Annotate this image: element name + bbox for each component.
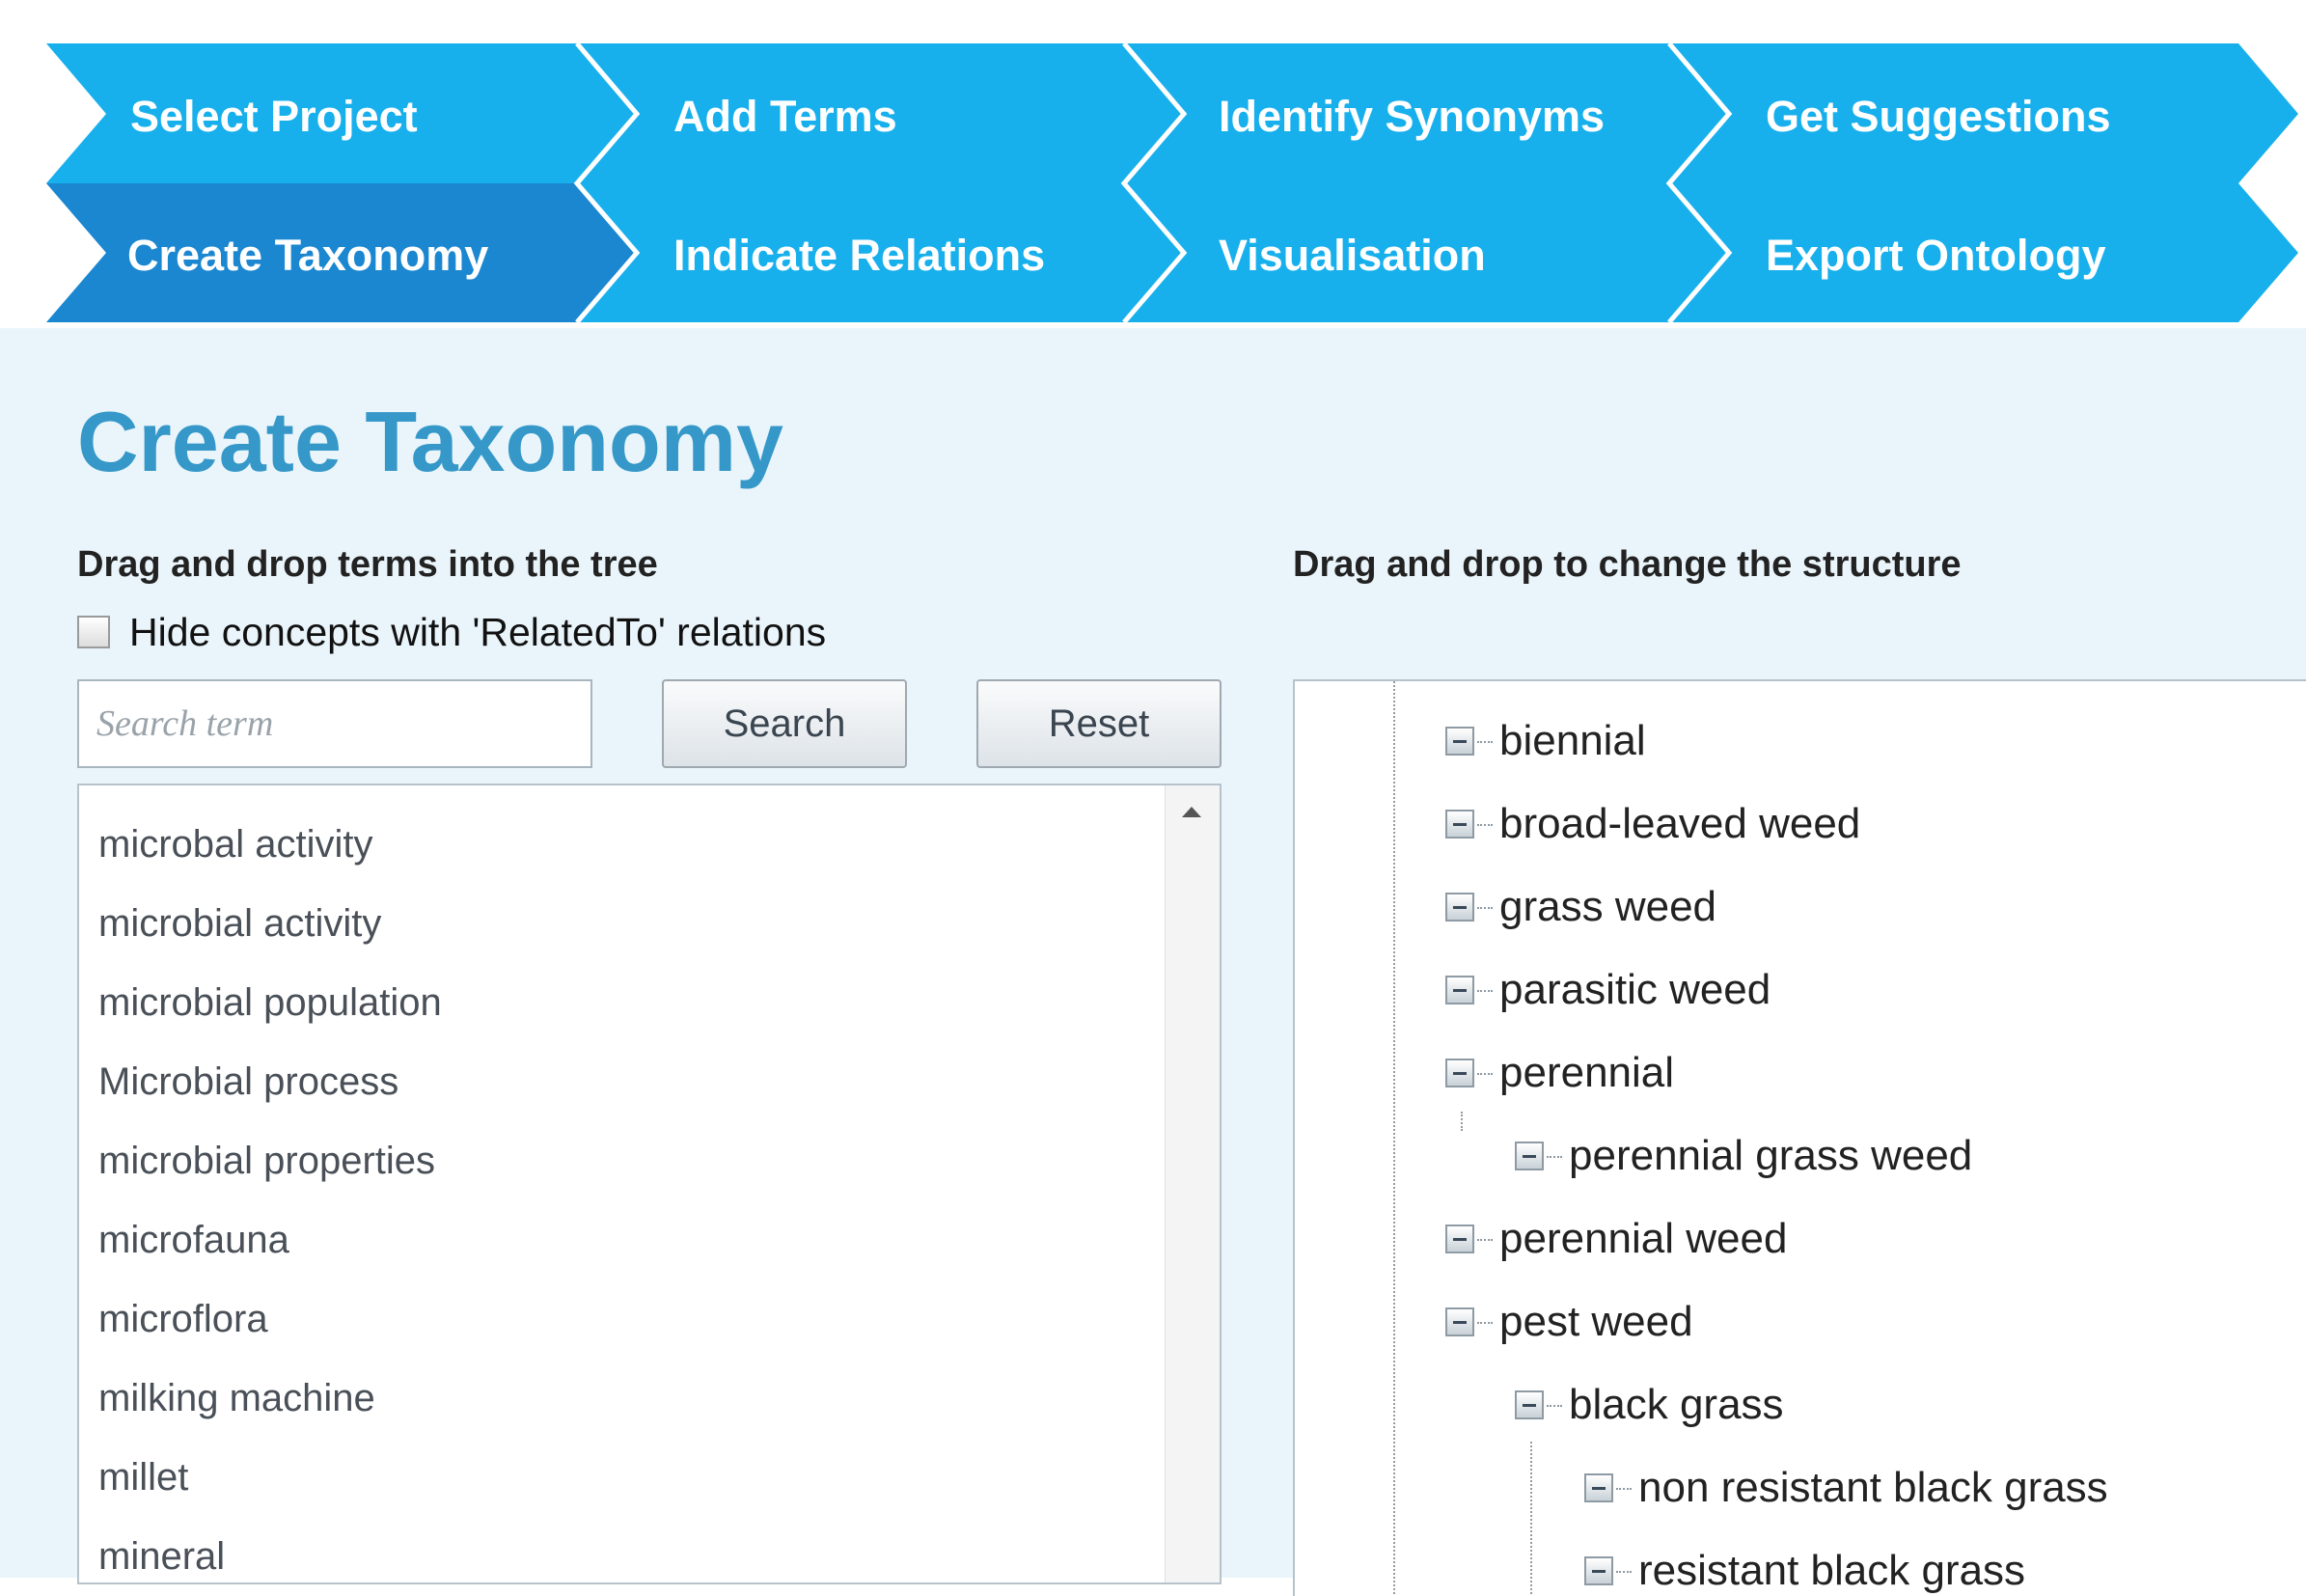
tree-connector bbox=[1547, 1405, 1562, 1407]
term-item[interactable]: microflora bbox=[79, 1280, 442, 1359]
tree-connector bbox=[1477, 1073, 1493, 1075]
term-items: microbal activity microbial activity micro… bbox=[79, 805, 442, 1582]
tree-node-label[interactable]: grass weed bbox=[1499, 882, 1716, 932]
tree-connector bbox=[1477, 990, 1493, 992]
term-item[interactable]: milking machine bbox=[79, 1359, 442, 1438]
collapse-toggle-icon[interactable] bbox=[1445, 1307, 1474, 1336]
term-item[interactable]: microbial activity bbox=[79, 884, 442, 963]
collapse-toggle-icon[interactable] bbox=[1445, 1225, 1474, 1253]
tree-node-label[interactable]: perennial weed bbox=[1499, 1214, 1787, 1264]
tree-guide-line bbox=[1530, 1442, 1532, 1596]
tree-node-label[interactable]: perennial bbox=[1499, 1048, 1674, 1098]
tree-node-label[interactable]: parasitic weed bbox=[1499, 965, 1771, 1015]
tree-connector bbox=[1616, 1571, 1632, 1573]
hide-related-label[interactable]: Hide concepts with 'RelatedTo' relations bbox=[129, 610, 826, 654]
content-area: Create Taxonomy Drag and drop terms into… bbox=[0, 328, 2306, 1596]
term-list[interactable]: microbal activity microbial activity micro… bbox=[77, 784, 1222, 1584]
tree-connector bbox=[1547, 1156, 1562, 1158]
terms-heading: Drag and drop terms into the tree bbox=[77, 544, 658, 585]
step-create-taxonomy[interactable]: Create Taxonomy bbox=[127, 231, 488, 281]
term-list-scrollbar[interactable] bbox=[1165, 785, 1220, 1582]
tree-node-label[interactable]: broad-leaved weed bbox=[1499, 799, 1860, 849]
collapse-toggle-icon[interactable] bbox=[1445, 727, 1474, 756]
taxonomy-tree[interactable]: biennial broad-leaved weed grass weed paras… bbox=[1293, 679, 2306, 1596]
step-indicate-relations[interactable]: Indicate Relations bbox=[673, 231, 1045, 281]
collapse-toggle-icon[interactable] bbox=[1445, 976, 1474, 1004]
tree-heading: Drag and drop to change the structure bbox=[1293, 544, 1962, 585]
reset-button[interactable]: Reset bbox=[976, 679, 1222, 768]
collapse-toggle-icon[interactable] bbox=[1515, 1390, 1544, 1419]
collapse-toggle-icon[interactable] bbox=[1445, 810, 1474, 839]
step-export-ontology[interactable]: Export Ontology bbox=[1766, 231, 2106, 281]
hide-related-checkbox[interactable] bbox=[77, 616, 110, 648]
term-item[interactable]: microbal activity bbox=[79, 805, 442, 884]
tree-node-label[interactable]: pest weed bbox=[1499, 1297, 1693, 1347]
step-select-project[interactable]: Select Project bbox=[130, 92, 418, 142]
tree-connector bbox=[1477, 1239, 1493, 1241]
tree-connector bbox=[1477, 1322, 1493, 1324]
tree-connector bbox=[1616, 1488, 1632, 1490]
term-item[interactable]: Microbial process bbox=[79, 1042, 442, 1121]
term-item[interactable]: mineral bbox=[79, 1517, 442, 1582]
tree-guide-line bbox=[1393, 681, 1395, 1596]
collapse-toggle-icon[interactable] bbox=[1584, 1473, 1613, 1502]
page-title: Create Taxonomy bbox=[77, 394, 783, 489]
wizard-steps: Select Project Add Terms Identify Synony… bbox=[0, 0, 2306, 328]
tree-connector bbox=[1477, 907, 1493, 909]
tree-connector bbox=[1477, 741, 1493, 743]
collapse-toggle-icon[interactable] bbox=[1445, 1059, 1474, 1087]
collapse-toggle-icon[interactable] bbox=[1445, 893, 1474, 922]
term-item[interactable]: microbial population bbox=[79, 963, 442, 1042]
step-get-suggestions[interactable]: Get Suggestions bbox=[1766, 92, 2111, 142]
collapse-toggle-icon[interactable] bbox=[1584, 1556, 1613, 1585]
term-item[interactable]: microbial properties bbox=[79, 1121, 442, 1200]
term-item[interactable]: millet bbox=[79, 1438, 442, 1517]
tree-node-label[interactable]: biennial bbox=[1499, 716, 1646, 766]
tree-guide-line bbox=[1461, 1112, 1463, 1131]
scroll-up-arrow-icon[interactable] bbox=[1182, 807, 1201, 817]
step-identify-synonyms[interactable]: Identify Synonyms bbox=[1219, 92, 1605, 142]
step-add-terms[interactable]: Add Terms bbox=[673, 92, 897, 142]
collapse-toggle-icon[interactable] bbox=[1515, 1142, 1544, 1170]
search-button[interactable]: Search bbox=[662, 679, 907, 768]
tree-node-label[interactable]: black grass bbox=[1569, 1380, 1784, 1430]
tree-node-label[interactable]: resistant black grass bbox=[1638, 1546, 2025, 1596]
tree-node-label[interactable]: non resistant black grass bbox=[1638, 1463, 2108, 1513]
term-item[interactable]: microfauna bbox=[79, 1200, 442, 1280]
search-input[interactable] bbox=[77, 679, 592, 768]
step-visualisation[interactable]: Visualisation bbox=[1219, 231, 1486, 281]
tree-node-label[interactable]: perennial grass weed bbox=[1569, 1131, 1972, 1181]
tree-connector bbox=[1477, 824, 1493, 826]
